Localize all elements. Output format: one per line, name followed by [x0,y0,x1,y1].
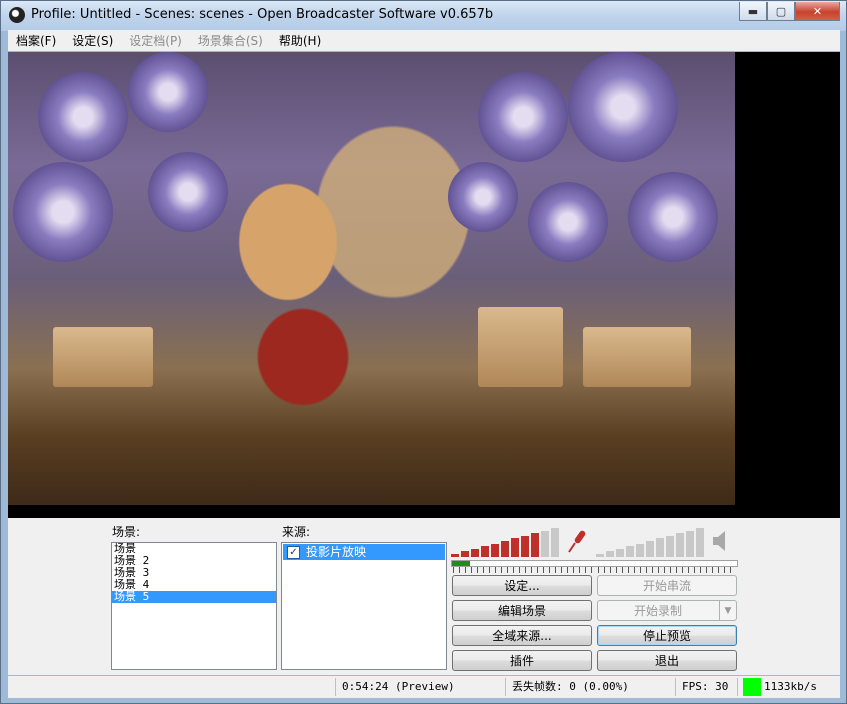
desktop-level-meter [596,528,706,557]
start-recording-label: 开始录制 [633,604,682,618]
level-bar [606,551,614,557]
status-fps: FPS: 30 [682,680,729,693]
level-bar [541,530,549,557]
menu-file[interactable]: 档案(F) [8,32,64,49]
minimize-button[interactable]: ▬ [739,2,767,21]
level-bar [616,548,624,557]
maximize-button[interactable]: ▢ [767,2,795,21]
level-bar [521,535,529,557]
menu-scene-collection[interactable]: 场景集合(S) [190,32,271,49]
mic-slider-ticks [453,567,593,573]
start-streaming-button[interactable]: 开始串流 [597,575,737,596]
title-bar: Profile: Untitled - Scenes: scenes - Ope… [1,1,846,31]
level-bar [481,546,489,557]
stop-preview-button[interactable]: 停止预览 [597,625,737,646]
settings-button[interactable]: 设定... [452,575,592,596]
scene-item-selected[interactable]: 场景 5 [112,591,276,603]
level-bar [461,551,469,557]
level-bar [656,538,664,557]
chevron-down-icon[interactable]: ▼ [719,601,736,620]
status-time: 0:54:24 (Preview) [342,680,455,693]
plugins-button[interactable]: 插件 [452,650,592,671]
level-bar [471,548,479,557]
scenes-list[interactable]: 场景 场景 2 场景 3 场景 4 场景 5 [111,542,277,670]
menu-bar: 档案(F) 设定(S) 设定档(P) 场景集合(S) 帮助(H) [8,30,840,51]
level-bar [451,554,459,557]
level-bar [596,554,604,557]
sources-label: 来源: [282,525,311,539]
menu-help[interactable]: 帮助(H) [271,32,329,49]
bitrate-indicator [743,678,761,696]
edit-scene-button[interactable]: 编辑场景 [452,600,592,621]
level-bar [676,533,684,557]
level-bar [686,530,694,557]
source-checkbox[interactable]: ✓ [287,545,300,559]
desktop-slider-ticks [598,567,736,573]
sources-list[interactable]: ✓ 投影片放映 [281,542,447,670]
menu-profiles[interactable]: 设定档(P) [121,32,190,49]
mic-level-meter [451,528,561,557]
level-bar [501,541,509,557]
global-sources-button[interactable]: 全域来源... [452,625,592,646]
speaker-icon[interactable] [711,529,731,553]
stream-preview [8,52,840,518]
status-bar: 0:54:24 (Preview) 丢失帧数: 0 (0.00%) FPS: 3… [8,676,840,698]
level-bar [636,543,644,557]
source-item[interactable]: ✓ 投影片放映 [283,544,445,560]
menu-settings[interactable]: 设定(S) [64,32,121,49]
level-bar [531,533,539,557]
app-window: Profile: Untitled - Scenes: scenes - Ope… [0,0,847,704]
start-recording-button[interactable]: 开始录制 ▼ [597,600,737,621]
obs-app-icon [9,7,25,23]
level-bar [696,528,704,557]
exit-button[interactable]: 退出 [597,650,737,671]
level-bar [646,541,654,557]
status-bitrate: 1133kb/s [764,680,817,693]
close-button[interactable]: ✕ [795,2,840,21]
status-dropped-frames: 丢失帧数: 0 (0.00%) [512,680,629,693]
level-bar [491,543,499,557]
mic-volume-slider[interactable] [451,560,738,567]
scenes-label: 场景: [112,525,141,539]
level-bar [666,535,674,557]
microphone-icon[interactable] [566,528,588,554]
level-bar [511,538,519,557]
level-bar [626,546,634,557]
control-panel: 场景: 场景 场景 2 场景 3 场景 4 场景 5 来源: ✓ 投影片放映 设… [8,518,840,675]
level-bar [551,528,559,557]
preview-image [8,52,735,505]
window-title: Profile: Untitled - Scenes: scenes - Ope… [31,7,494,22]
source-name: 投影片放映 [306,545,367,559]
